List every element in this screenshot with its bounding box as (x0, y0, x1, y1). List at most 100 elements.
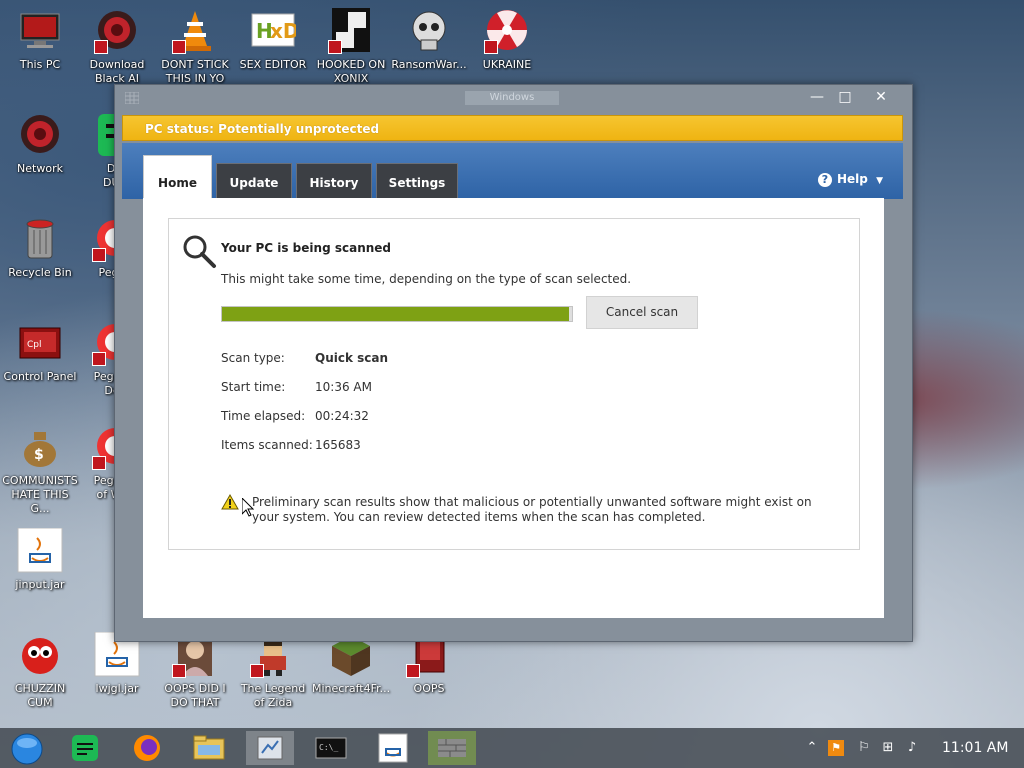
help-icon: ? (818, 173, 832, 187)
svg-text:C:\_: C:\_ (319, 743, 338, 752)
desktop-icon-label: UKRAINE (482, 58, 532, 71)
xonix-icon (328, 8, 374, 54)
java-icon[interactable] (370, 731, 418, 765)
hxd-icon: HxD (250, 8, 300, 54)
java-icon (17, 527, 63, 574)
desktop-icon-download-black-ai[interactable]: Download Black AI (78, 8, 156, 86)
desktop-icon-label: lwjgl.jar (95, 682, 139, 695)
svg-text:Cpl: Cpl (27, 340, 42, 350)
desktop-icon-ransomware[interactable]: RansomWar... (390, 8, 468, 72)
tray-expand-icon[interactable]: ⌃ (804, 740, 820, 756)
app-menu-icon[interactable] (124, 91, 140, 105)
desktop-icon-jinput[interactable]: jinput.jar (1, 527, 79, 592)
detail-label: Scan type: (221, 351, 285, 365)
desktop-icon-peggle[interactable]: Pegg (78, 216, 116, 280)
cancel-scan-button[interactable]: Cancel scan (586, 296, 698, 329)
skull-icon (406, 8, 452, 54)
scan-progress-fill (222, 307, 569, 321)
desktop-icon-legend-of-zida[interactable]: The Legend of Zida (234, 632, 312, 710)
desktop-icon-dont-stick[interactable]: DONT STICK THIS IN YO (156, 8, 234, 86)
scan-subtext: This might take some time, depending on … (221, 272, 632, 286)
help-menu[interactable]: ? Help ▼ (818, 172, 883, 187)
scan-panel: Your PC is being scanned This might take… (168, 218, 860, 550)
desktop-icon-label: OOPS (413, 682, 445, 695)
pc-status-bar: PC status: Potentially unprotected (122, 115, 903, 141)
detail-label: Items scanned: (221, 438, 313, 452)
scan-progress-bar (221, 306, 573, 322)
magnifier-icon (181, 233, 217, 269)
detail-label: Time elapsed: (221, 409, 306, 423)
desktop-icon-label: Control Panel (3, 370, 77, 383)
desktop-icon-ukraine[interactable]: UKRAINE (468, 8, 546, 72)
maximize-button[interactable]: □ (831, 87, 859, 107)
network-icon[interactable]: ⊞ (880, 740, 896, 756)
window-titlebar[interactable]: Windows Defender — □ ✕ (115, 85, 912, 111)
desktop-icon-chuzzin[interactable]: CHUZZIN CUM (1, 632, 79, 710)
warning-icon (221, 493, 239, 510)
notes-icon[interactable] (62, 731, 110, 765)
taskbar-clock[interactable]: 11:01 AM (942, 740, 1008, 756)
desktop-icon-sex-editor[interactable]: HxD SEX EDITOR (234, 8, 312, 72)
desktop-icon-oops-did-i[interactable]: OOPS DID I DO THAT (156, 632, 234, 710)
detail-label: Start time: (221, 380, 286, 394)
recycle-bin-icon (17, 216, 63, 262)
detail-scan-type: Scan type: Quick scan (221, 351, 388, 365)
flag-icon[interactable]: ⚐ (856, 740, 872, 756)
file-explorer-icon[interactable] (186, 731, 234, 765)
desktop-icon-communists[interactable]: $ COMMUNISTS HATE THIS G... (1, 424, 79, 516)
desktop-icon-control-panel[interactable]: Cpl Control Panel (1, 320, 79, 384)
detail-value: 165683 (315, 438, 361, 452)
desktop-icon-peggle-wa[interactable]: Peggle of Wa (78, 424, 116, 502)
scan-heading: Your PC is being scanned (221, 241, 392, 255)
peggle-icon (92, 424, 116, 470)
detail-start-time: Start time: 10:36 AM (221, 380, 372, 394)
window-title: Windows Defender (465, 91, 559, 105)
desktop-icon-label: DONT STICK THIS IN YO (161, 58, 229, 85)
desktop-icon-label: D F DUM (102, 162, 116, 189)
firefox-icon[interactable] (124, 731, 172, 765)
chuzzle-icon (17, 632, 63, 678)
desktop-icon-dump[interactable]: D F DUM (78, 112, 116, 190)
money-bag-icon: $ (17, 424, 63, 470)
computer-icon (17, 8, 63, 54)
peggle-icon (92, 216, 116, 262)
desktop-icon-label: Minecraft4Fr... (312, 682, 391, 695)
desktop-icon-recycle-bin[interactable]: Recycle Bin (1, 216, 79, 280)
home-content: Your PC is being scanned This might take… (143, 198, 884, 618)
vlc-cone-icon (172, 8, 218, 54)
warning-message: Preliminary scan results show that malic… (252, 495, 812, 524)
desktop-icon-peggle-deluxe[interactable]: Peggle De (78, 320, 116, 398)
defender-icon[interactable] (246, 731, 294, 765)
mouse-cursor-icon (241, 496, 255, 520)
desktop-icon-label: HOOKED ON XONIX (316, 58, 386, 85)
minimize-button[interactable]: — (803, 87, 831, 107)
tab-home[interactable]: Home (143, 155, 212, 199)
desktop-icon-label: jinput.jar (15, 578, 65, 591)
chevron-down-icon: ▼ (876, 176, 883, 186)
desktop-icon-label: Pegg (98, 266, 117, 279)
brick-wall-icon[interactable] (428, 731, 476, 765)
tray-app-icon[interactable]: ⚑ (828, 740, 844, 756)
desktop-icon-label: The Legend of Zida (240, 682, 306, 709)
desktop-icon-this-pc[interactable]: This PC (1, 8, 79, 72)
detail-items-scanned: Items scanned: 165683 (221, 438, 361, 452)
peggle-icon (92, 320, 116, 366)
green-icon (96, 112, 116, 158)
tab-settings[interactable]: Settings (376, 163, 458, 199)
tab-update[interactable]: Update (216, 163, 292, 199)
desktop-icon-label: SEX EDITOR (239, 58, 307, 71)
cmd-icon[interactable]: C:\_ (308, 731, 356, 765)
desktop-icon-label: Recycle Bin (8, 266, 72, 279)
red-orb-icon (17, 112, 63, 158)
volume-icon[interactable]: ♪ (904, 740, 920, 756)
desktop-icon-hooked-on-xonix[interactable]: HOOKED ON XONIX (312, 8, 390, 86)
desktop-icon-label: Network (17, 162, 63, 175)
close-button[interactable]: ✕ (867, 87, 895, 107)
svg-text:xD: xD (270, 19, 296, 43)
tab-history[interactable]: History (296, 163, 372, 199)
desktop-icon-label: This PC (19, 58, 61, 71)
start-orb-icon[interactable] (4, 731, 52, 765)
detail-value: 10:36 AM (315, 380, 372, 394)
desktop-icon-network[interactable]: Network (1, 112, 79, 176)
desktop-icon-label: CHUZZIN CUM (14, 682, 66, 709)
